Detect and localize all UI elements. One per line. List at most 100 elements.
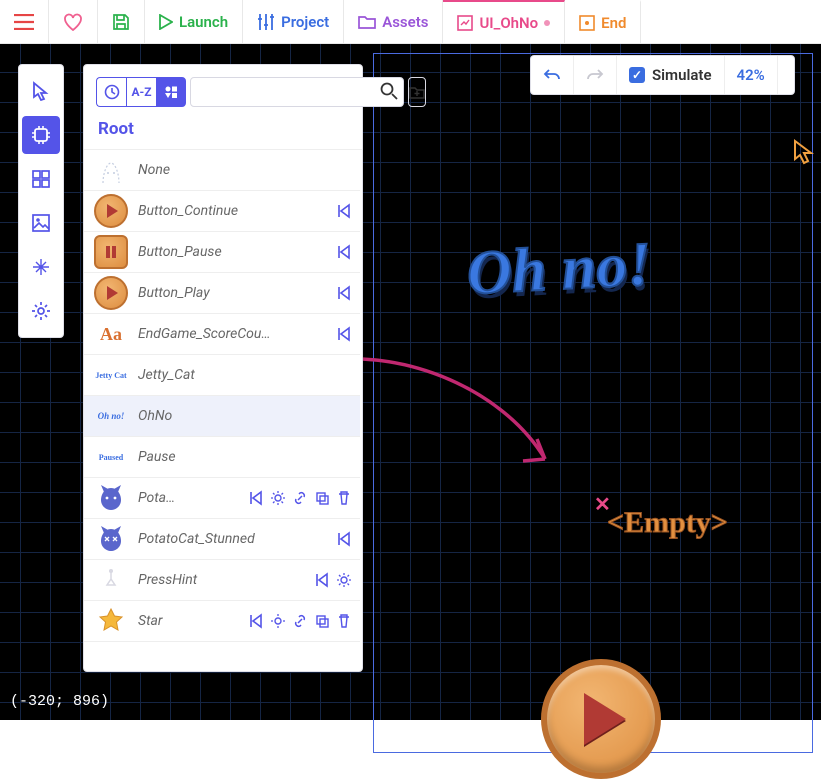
stage-title-text[interactable]: Oh no! — [465, 229, 653, 310]
list-item-label: Star — [138, 613, 238, 629]
copy-icon[interactable] — [314, 490, 330, 506]
skip-start-icon[interactable] — [336, 531, 352, 547]
skip-start-icon[interactable] — [248, 613, 264, 629]
sliders-icon — [257, 14, 275, 30]
list-item[interactable]: Star — [84, 601, 360, 642]
skip-start-icon[interactable] — [248, 490, 264, 506]
new-asset-button[interactable] — [408, 77, 426, 107]
sun-icon[interactable] — [270, 613, 286, 629]
search-input[interactable] — [190, 77, 404, 107]
folder-plus-icon — [409, 85, 425, 99]
favorite-button[interactable] — [49, 0, 98, 43]
tool-strip — [18, 64, 64, 338]
assets-button[interactable]: Assets — [344, 0, 443, 43]
chip-icon — [32, 126, 50, 144]
list-item-label: EndGame_ScoreCou… — [138, 326, 326, 342]
save-icon — [112, 13, 130, 31]
simulate-label: Simulate — [652, 66, 712, 84]
redo-button[interactable] — [574, 56, 617, 94]
undo-button[interactable] — [531, 56, 574, 94]
room-frame — [373, 53, 813, 753]
list-item-label: OhNo — [138, 408, 352, 424]
tab-ui-ohno[interactable]: UI_OhNo — [443, 0, 565, 43]
play-icon — [159, 14, 173, 30]
project-button[interactable]: Project — [243, 0, 344, 43]
sort-recent-button[interactable] — [96, 77, 126, 107]
launch-label: Launch — [179, 13, 228, 31]
list-item[interactable]: Button_Pause — [84, 232, 360, 273]
sun-icon[interactable] — [270, 490, 286, 506]
skip-start-icon[interactable] — [336, 285, 352, 301]
list-item[interactable]: Button_Play — [84, 273, 360, 314]
thumb-play-icon — [94, 194, 128, 228]
tiles-tool[interactable] — [22, 160, 60, 198]
tab-end[interactable]: End — [565, 0, 641, 43]
settings-tool[interactable] — [22, 292, 60, 330]
thumb-none-icon — [94, 153, 128, 187]
save-button[interactable] — [98, 0, 145, 43]
launch-button[interactable]: Launch — [145, 0, 243, 43]
link-icon[interactable] — [292, 613, 308, 629]
root-node[interactable]: Root — [84, 113, 362, 149]
list-item[interactable]: Aa EndGame_ScoreCou… — [84, 314, 360, 355]
menu-button[interactable] — [0, 0, 49, 43]
list-item[interactable]: Paused Pause — [84, 437, 360, 478]
thumb-text-icon: Aa — [94, 317, 128, 351]
thumb-cat-icon — [94, 522, 128, 556]
asset-panel: A-Z Root None Button_Continue — [83, 64, 363, 672]
empty-placeholder-text[interactable]: <Empty> — [607, 506, 728, 540]
zoom-readout[interactable]: 42% — [725, 56, 778, 94]
link-icon[interactable] — [292, 490, 308, 506]
list-item-label: Button_Continue — [138, 203, 326, 219]
zoom-value: 42% — [737, 66, 765, 84]
search-icon — [380, 82, 398, 100]
zoom-more-button[interactable] — [778, 56, 794, 94]
list-item[interactable]: Pota… — [84, 478, 360, 519]
backgrounds-tool[interactable] — [22, 204, 60, 242]
sun-icon[interactable] — [336, 572, 352, 588]
stage-play-button-sprite[interactable] — [541, 659, 661, 779]
shapes-icon — [164, 85, 178, 99]
list-item[interactable]: PotatoCat_Stunned — [84, 519, 360, 560]
list-item[interactable]: None — [84, 150, 360, 191]
thumb-ohno-icon: Oh no! — [94, 399, 128, 433]
select-tool[interactable] — [22, 72, 60, 110]
trash-icon[interactable] — [336, 490, 352, 506]
coordinates-readout: (-320; 896) — [10, 693, 109, 710]
grid-icon — [32, 170, 50, 188]
list-item[interactable]: Button_Continue — [84, 191, 360, 232]
skip-start-icon[interactable] — [336, 244, 352, 260]
play-triangle-icon — [584, 693, 626, 745]
cursor-icon — [32, 81, 50, 101]
menu-icon — [14, 14, 34, 30]
list-item[interactable]: PressHint — [84, 560, 360, 601]
list-item-label: PotatoCat_Stunned — [138, 531, 326, 547]
simulate-bar: ✓ Simulate 42% — [530, 55, 795, 95]
add-copy-tool[interactable] — [22, 116, 60, 154]
effects-tool[interactable] — [22, 248, 60, 286]
sort-alpha-button[interactable]: A-Z — [126, 77, 156, 107]
top-toolbar: Launch Project Assets UI_OhNo End — [0, 0, 821, 44]
simulate-toggle[interactable]: ✓ Simulate — [617, 56, 725, 94]
heart-icon — [63, 13, 83, 31]
sort-type-button[interactable] — [156, 77, 186, 107]
clock-icon — [104, 84, 120, 100]
trash-icon[interactable] — [336, 613, 352, 629]
skip-start-icon[interactable] — [336, 326, 352, 342]
list-item[interactable]: Jetty Cat Jetty_Cat — [84, 355, 360, 396]
list-item-label: None — [138, 162, 352, 178]
list-item[interactable]: Oh no! OhNo — [84, 396, 360, 437]
sort-alpha-label: A-Z — [131, 85, 151, 99]
copy-icon[interactable] — [314, 613, 330, 629]
asset-list[interactable]: None Button_Continue Button_Pause Button… — [84, 149, 362, 671]
room-icon — [457, 15, 473, 31]
list-item-label: Pause — [138, 449, 352, 465]
room-icon — [579, 15, 595, 31]
skip-start-icon[interactable] — [336, 203, 352, 219]
list-item-label: PressHint — [138, 572, 304, 588]
list-item-label: Button_Pause — [138, 244, 326, 260]
thumb-cat-icon — [94, 481, 128, 515]
thumb-play-icon — [94, 276, 128, 310]
skip-start-icon[interactable] — [314, 572, 330, 588]
tab-label: UI_OhNo — [479, 14, 538, 32]
